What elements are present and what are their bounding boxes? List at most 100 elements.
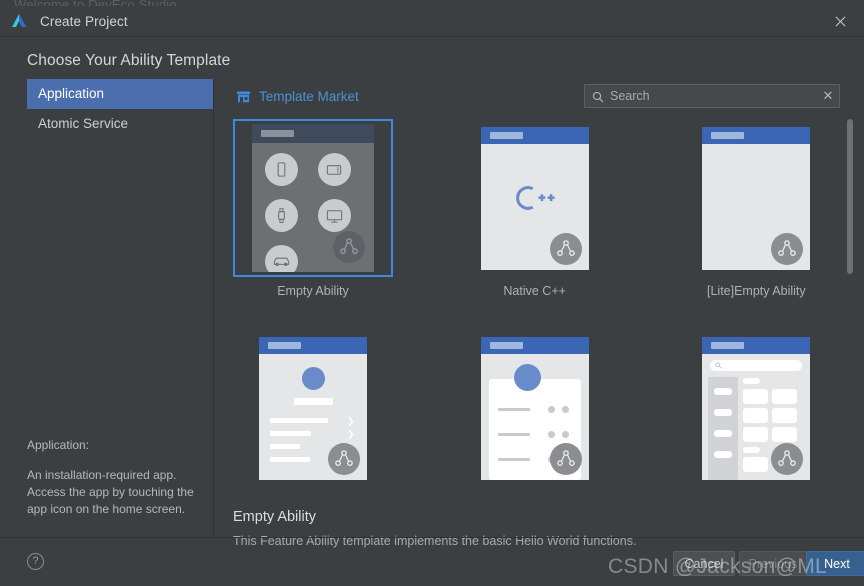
template-thumb-frame: [455, 119, 615, 277]
template-market-link[interactable]: Template Market: [236, 89, 359, 104]
chevron-right-icon: ❯: [347, 415, 355, 426]
template-thumb-frame: [233, 119, 393, 277]
chevron-right-icon: ❯: [347, 428, 355, 439]
sidebar-description: Application: An installation-required ap…: [27, 437, 207, 518]
grid-tile: [743, 456, 769, 472]
detail-title: Empty Ability: [233, 509, 316, 525]
car-icon: [265, 245, 298, 272]
grid-tile: [743, 426, 769, 442]
placeholder-bar: [270, 430, 311, 436]
thumb-header-bar: [702, 336, 811, 354]
cpp-logo-icon: [481, 184, 589, 212]
search-box[interactable]: ✕: [584, 84, 840, 108]
thumb-header-pill: [489, 131, 523, 139]
clear-x-icon[interactable]: ✕: [817, 88, 839, 104]
search-input[interactable]: [610, 89, 817, 103]
thumb-header-bar: [702, 126, 811, 144]
dialog-content: Choose Your Ability Template Application…: [0, 37, 864, 548]
scrollbar-thumb[interactable]: [847, 119, 853, 274]
placeholder-bar: [497, 457, 530, 461]
create-project-dialog: Welcome to DevEco Studio Create Project …: [0, 0, 864, 586]
dot-marker: [547, 405, 555, 413]
template-card-card-list[interactable]: [455, 329, 615, 494]
harmonyos-badge-icon: [549, 232, 582, 265]
store-front-icon: [236, 89, 251, 104]
wearable-icon: [265, 199, 298, 232]
dot-marker: [561, 430, 569, 438]
close-icon[interactable]: [820, 6, 860, 36]
sidebar-item: [714, 408, 733, 416]
template-card-label: Empty Ability: [277, 284, 349, 298]
sidebar-item-application[interactable]: Application: [27, 79, 213, 109]
template-thumbnail-category-grid: [702, 336, 811, 480]
section-title: [743, 377, 761, 384]
thumb-header-pill: [261, 130, 294, 137]
placeholder-bar: [294, 397, 333, 405]
avatar: [513, 363, 541, 391]
harmonyos-badge-icon: [333, 231, 365, 263]
sidebar-item: [714, 429, 733, 437]
template-thumb-frame: [455, 329, 615, 487]
thumb-header-pill: [711, 341, 745, 349]
thumb-header-bar: [252, 124, 374, 143]
sidebar-item: [714, 387, 733, 395]
template-market-label: Template Market: [259, 89, 359, 104]
deveco-logo-icon: [10, 12, 28, 30]
tablet-icon: [318, 153, 351, 186]
grid-tile: [743, 407, 769, 423]
template-scrollbar[interactable]: [847, 119, 853, 501]
thumb-header-pill: [489, 341, 523, 349]
template-card-native-cpp[interactable]: Native C++: [455, 119, 615, 298]
placeholder-bar: [270, 443, 300, 449]
template-card-label: Native C++: [503, 284, 566, 298]
sidebar-item: [714, 450, 733, 458]
placeholder-bar: [497, 407, 530, 411]
grid-tile: [772, 388, 798, 404]
help-question-icon[interactable]: ?: [27, 553, 44, 570]
thumb-search-bar: [710, 359, 803, 371]
sidebar-nav: Application Atomic Service: [27, 79, 213, 139]
template-thumb-frame: ❯ ❯ ❯ ❯: [233, 329, 393, 487]
template-card-empty-ability[interactable]: Empty Ability: [233, 119, 393, 298]
template-panel: Template Market ✕: [215, 79, 864, 548]
avatar: [302, 366, 325, 390]
template-card-category-grid[interactable]: [676, 329, 836, 494]
template-card-profile-list[interactable]: ❯ ❯ ❯ ❯: [233, 329, 393, 494]
template-thumbnail-profile-list: ❯ ❯ ❯ ❯: [259, 336, 367, 480]
placeholder-bar: [270, 456, 310, 462]
thumb-header-pill: [268, 341, 301, 349]
dot-marker: [547, 430, 555, 438]
grid-tile: [743, 388, 769, 404]
template-card-label: [Lite]Empty Ability: [707, 284, 806, 298]
sidebar-description-label: Application:: [27, 438, 90, 452]
placeholder-bar: [270, 417, 328, 423]
phone-icon: [265, 153, 298, 186]
sidebar: Application Atomic Service Application: …: [0, 79, 214, 537]
section-title: [743, 446, 761, 453]
harmonyos-badge-icon: [328, 442, 360, 475]
template-thumbnail-card-list: [480, 336, 589, 480]
previous-button[interactable]: Previous: [739, 551, 807, 576]
template-thumbnail-blank: [702, 126, 811, 270]
template-grid-area: Empty Ability Native C++ [Lite]Empty Abi…: [233, 119, 846, 501]
sidebar-description-body: An installation-required app. Access the…: [27, 468, 194, 516]
title-bar: Create Project: [0, 6, 864, 36]
next-button[interactable]: Next: [806, 551, 864, 576]
template-thumbnail-cpp: [480, 126, 589, 270]
window-title: Create Project: [40, 13, 128, 29]
footer: ? Cancel Previous Next: [0, 538, 864, 586]
cancel-button[interactable]: Cancel: [673, 551, 735, 576]
page-title: Choose Your Ability Template: [27, 52, 231, 69]
template-thumb-frame: [676, 329, 836, 487]
sidebar-item-atomic-service[interactable]: Atomic Service: [27, 109, 213, 139]
harmonyos-badge-icon: [549, 442, 582, 475]
thumb-header-bar: [259, 336, 367, 354]
placeholder-bar: [497, 432, 530, 436]
search-icon: [592, 90, 604, 103]
template-thumbnail-devices: [252, 124, 374, 272]
thumb-header-pill: [711, 131, 745, 139]
harmonyos-badge-icon: [771, 442, 804, 475]
template-thumb-frame: [676, 119, 836, 277]
template-card-lite-empty-ability[interactable]: [Lite]Empty Ability: [676, 119, 836, 298]
tv-icon: [318, 199, 351, 232]
